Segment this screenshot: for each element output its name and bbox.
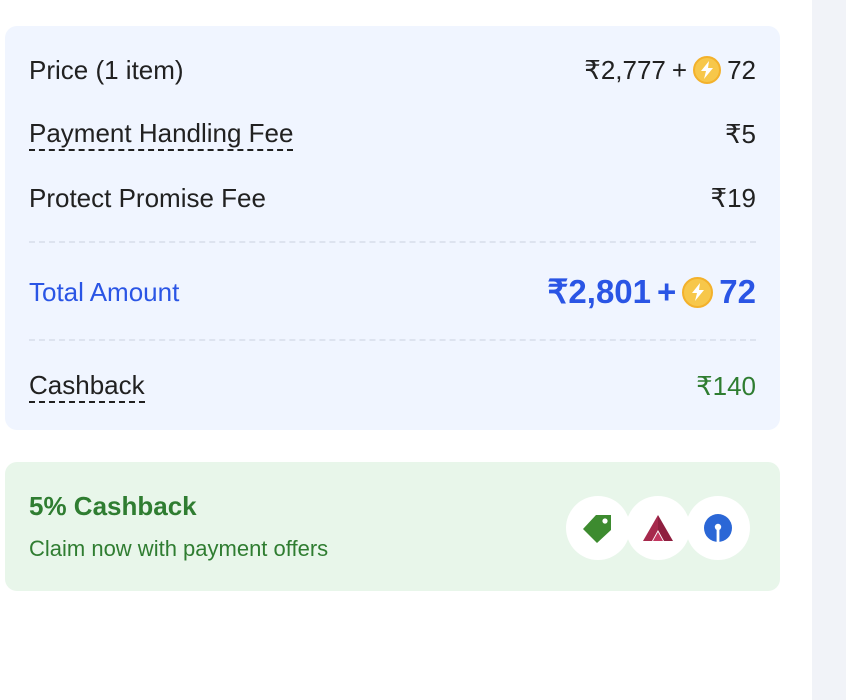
price-summary-card: Price (1 item) ₹2,777 + 72 Payment Handl…: [5, 26, 780, 430]
protect-fee-amount: ₹19: [710, 183, 756, 213]
price-coins: 72: [727, 55, 756, 85]
total-row: Total Amount ₹2,801 + 72: [29, 274, 756, 310]
plus-sign: +: [657, 273, 677, 310]
protect-fee-label: Protect Promise Fee: [29, 183, 266, 213]
offer-title: 5% Cashback: [29, 491, 197, 521]
cashback-label[interactable]: Cashback: [29, 370, 145, 403]
cashback-row: Cashback ₹140: [29, 368, 756, 404]
divider: [29, 339, 756, 341]
price-row: Price (1 item) ₹2,777 + 72: [29, 52, 756, 88]
bank-offer-icons: [566, 496, 756, 560]
sbi-bank-logo-icon: [686, 496, 750, 560]
cashback-offer-card[interactable]: 5% Cashback Claim now with payment offer…: [5, 462, 780, 591]
offer-subtitle: Claim now with payment offers: [29, 536, 329, 561]
total-amount-group: ₹2,801 + 72: [547, 274, 756, 310]
supercoin-icon: [693, 56, 722, 84]
price-amount: ₹2,777: [584, 55, 666, 85]
price-tag-icon: [566, 496, 630, 560]
total-amount: ₹2,801: [547, 273, 651, 310]
handling-fee-label[interactable]: Payment Handling Fee: [29, 118, 294, 151]
handling-fee-amount: ₹5: [724, 119, 756, 149]
handling-fee-row: Payment Handling Fee ₹5: [29, 116, 756, 152]
supercoin-icon: [682, 276, 714, 308]
total-label: Total Amount: [29, 277, 180, 307]
axis-bank-logo-icon: [626, 496, 690, 560]
total-coins: 72: [719, 273, 756, 310]
right-side-panel: [812, 0, 846, 700]
plus-sign: +: [671, 55, 688, 85]
protect-fee-row: Protect Promise Fee ₹19: [29, 180, 756, 216]
cashback-amount: ₹140: [696, 371, 756, 401]
price-label: Price (1 item): [29, 55, 184, 85]
divider: [29, 241, 756, 243]
price-amount-group: ₹2,777 + 72: [584, 52, 756, 88]
